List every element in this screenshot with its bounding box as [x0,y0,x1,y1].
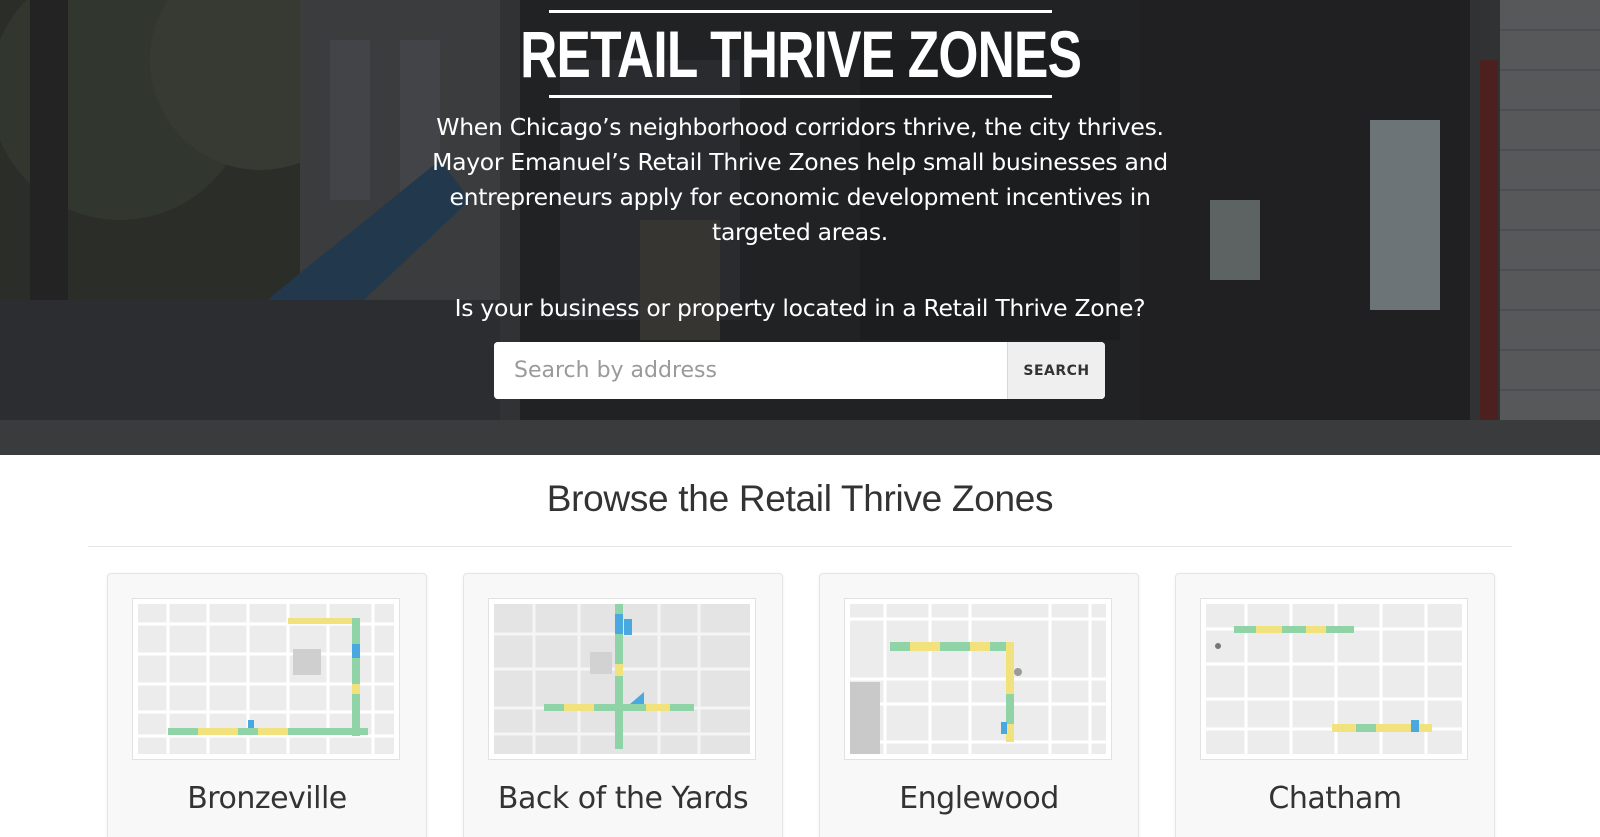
browse-heading: Browse the Retail Thrive Zones [546,478,1054,519]
address-search-input[interactable] [494,342,1007,399]
search-prompt: Is your business or property located in … [454,294,1146,322]
zone-card-englewood[interactable]: Englewood [819,573,1139,837]
intro-text: When Chicago’s neighborhood corridors th… [432,113,1168,246]
zone-map-thumbnail [132,598,400,760]
zone-card-title: Englewood [899,781,1059,816]
zone-card-title: Back of the Yards [497,781,749,816]
back-of-the-yards-map-image [494,604,750,754]
zone-card-bronzeville[interactable]: Bronzeville [107,573,427,837]
bronzeville-map-image [138,604,394,754]
page-title-frame: RETAIL THRIVE ZONES [520,10,1082,98]
page-title: RETAIL THRIVE ZONES [519,17,1082,91]
zone-card-title: Chatham [1268,781,1402,816]
zone-map-thumbnail [488,598,756,760]
englewood-map-image [850,604,1106,754]
zone-card-back-of-the-yards[interactable]: Back of the Yards [463,573,783,837]
zone-card-title: Bronzeville [187,781,347,816]
address-search-bar: SEARCH [494,342,1105,399]
section-divider [88,546,1512,547]
zone-card-chatham[interactable]: Chatham [1175,573,1495,837]
chatham-map-image [1206,604,1462,754]
zone-map-thumbnail [844,598,1112,760]
search-button[interactable]: SEARCH [1007,342,1105,399]
zone-map-thumbnail [1200,598,1468,760]
hero-section: RETAIL THRIVE ZONES When Chicago’s neigh… [0,0,1600,455]
